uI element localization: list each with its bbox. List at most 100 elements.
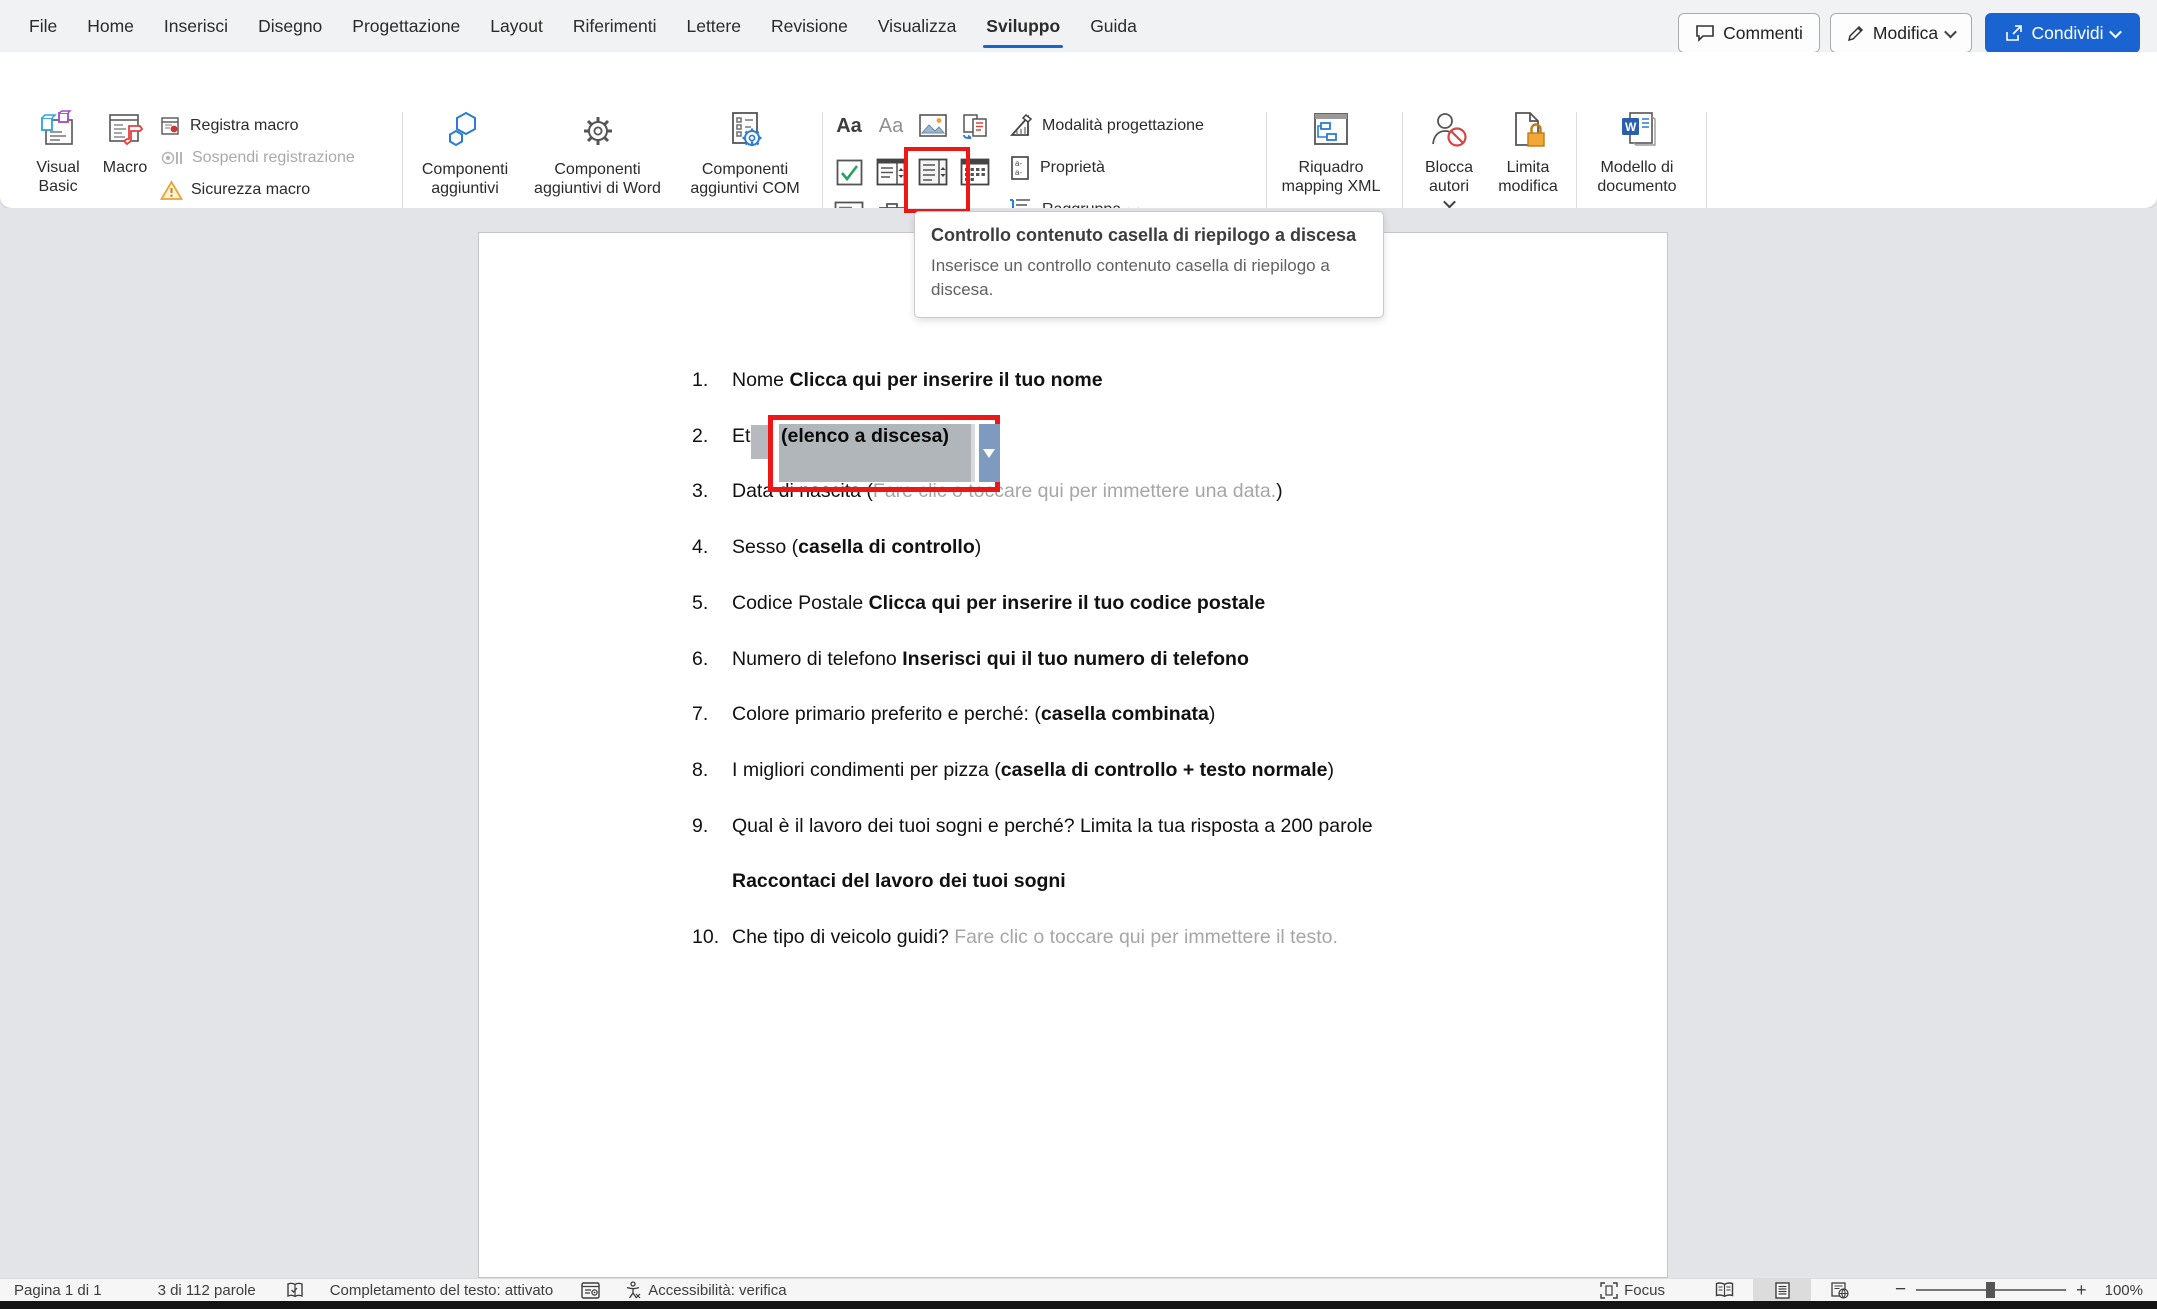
plain-text-aa-icon: Aa: [879, 116, 903, 136]
text-prediction-status[interactable]: Completamento del testo: attivato: [330, 1282, 600, 1299]
tab-file[interactable]: File: [14, 0, 72, 52]
design-mode-button[interactable]: Modalità progettazione: [1008, 112, 1204, 140]
list-number: 6.: [692, 648, 732, 671]
content-control-placeholder[interactable]: Fare clic o toccare qui per immettere il…: [954, 926, 1338, 948]
picture-icon: [919, 114, 947, 138]
print-layout-button[interactable]: [1753, 1279, 1811, 1302]
properties-button[interactable]: a-a- Proprietà: [1008, 154, 1105, 182]
zoom-slider[interactable]: [1916, 1289, 2066, 1291]
pencil-icon: [1847, 24, 1865, 42]
rich-text-aa-icon: Aa: [836, 116, 862, 136]
web-layout-button[interactable]: [1811, 1279, 1869, 1302]
tab-guida[interactable]: Guida: [1075, 0, 1152, 52]
doc-list-item: 1.Nome Clicca qui per inserire il tuo no…: [692, 369, 1103, 392]
macro-button[interactable]: Macro: [96, 110, 154, 177]
tab-sviluppo[interactable]: Sviluppo: [971, 0, 1075, 52]
tooltip-title: Controllo contenuto casella di riepilogo…: [931, 225, 1367, 246]
list-number: 2.: [692, 425, 732, 448]
zoom-slider-handle[interactable]: [1986, 1282, 1995, 1298]
text-run: Inserisci qui il tuo numero di telefono: [902, 648, 1249, 670]
accessibility-label: Accessibilità: verifica: [648, 1282, 786, 1299]
zoom-level-button[interactable]: 100%: [2105, 1282, 2143, 1299]
share-button[interactable]: Condividi: [1985, 13, 2140, 53]
dropdown-arrow-button[interactable]: [979, 424, 1000, 482]
word-count-status[interactable]: 3 di 112 parole: [158, 1282, 256, 1299]
doc-list-item: 2.Età(elenco a discesa): [692, 425, 761, 448]
zoom-level-label: 100%: [2105, 1282, 2143, 1299]
com-addins-button[interactable]: Componenti aggiuntivi COM: [675, 110, 815, 198]
design-mode-icon: [1008, 113, 1034, 139]
accessibility-status[interactable]: Accessibilità: verifica: [624, 1281, 786, 1299]
comments-button[interactable]: Commenti: [1678, 13, 1820, 53]
rich-text-control-button[interactable]: Aa: [833, 110, 865, 142]
list-number: 10.: [692, 926, 732, 949]
xml-mapping-pane-button[interactable]: Riquadro mapping XML: [1272, 110, 1390, 196]
text-run: I migliori condimenti per pizza (: [732, 759, 1001, 781]
addins-button[interactable]: Componenti aggiuntivi: [415, 110, 515, 198]
checkbox-control-button[interactable]: [833, 156, 865, 188]
focus-label: Focus: [1624, 1282, 1665, 1299]
proofing-status[interactable]: [286, 1282, 304, 1299]
text-run: ): [1276, 480, 1283, 502]
restrict-editing-icon: [1508, 110, 1548, 150]
word-addins-button[interactable]: Componenti aggiuntivi di Word: [530, 110, 665, 198]
comment-icon: [1695, 24, 1715, 42]
page-count-label: Pagina 1 di 1: [14, 1282, 102, 1299]
annotation-box-ribbon: [904, 147, 970, 213]
zoom-in-button[interactable]: +: [2076, 1280, 2087, 1301]
zoom-out-button[interactable]: −: [1895, 1279, 1906, 1301]
dropdown-content-control[interactable]: (elenco a discesa): [779, 424, 975, 482]
read-mode-button[interactable]: [1695, 1279, 1753, 1302]
share-label: Condividi: [2032, 23, 2104, 44]
tab-revisione[interactable]: Revisione: [756, 0, 863, 52]
svg-text:a-: a-: [1015, 168, 1022, 177]
warning-triangle-icon: [160, 180, 183, 201]
record-macro-label: Registra macro: [190, 117, 298, 135]
plain-text-control-button[interactable]: Aa: [875, 110, 907, 142]
picture-control-button[interactable]: [917, 110, 949, 142]
pause-recording-button: Sospendi registrazione: [160, 144, 355, 172]
text-prediction-icon: [581, 1282, 600, 1299]
tab-inserisci[interactable]: Inserisci: [149, 0, 243, 52]
text-run: Sesso (: [732, 536, 798, 558]
word-count-label: 3 di 112 parole: [158, 1282, 256, 1299]
tab-lettere[interactable]: Lettere: [671, 0, 755, 52]
tooltip-dropdown-control: Controllo contenuto casella di riepilogo…: [914, 211, 1384, 318]
focus-icon: [1600, 1282, 1618, 1299]
edit-mode-button[interactable]: Modifica: [1830, 13, 1972, 53]
restrict-editing-button[interactable]: Limita modifica: [1488, 110, 1568, 196]
tab-progettazione[interactable]: Progettazione: [337, 0, 475, 52]
page-count-status[interactable]: Pagina 1 di 1: [14, 1282, 102, 1299]
text-run: Nome: [732, 369, 789, 391]
list-number: 7.: [692, 703, 732, 726]
focus-mode-button[interactable]: Focus: [1600, 1282, 1665, 1299]
read-mode-icon: [1715, 1282, 1734, 1298]
tab-visualizza[interactable]: Visualizza: [863, 0, 971, 52]
combo-box-control-button[interactable]: [875, 156, 907, 188]
tab-layout[interactable]: Layout: [475, 0, 558, 52]
macro-security-label: Sicurezza macro: [191, 181, 310, 199]
com-addins-icon: [724, 110, 766, 152]
xml-mapping-icon: [1310, 110, 1352, 150]
tab-riferimenti[interactable]: Riferimenti: [558, 0, 672, 52]
comments-label: Commenti: [1723, 23, 1803, 44]
addins-hexagons-icon: [445, 110, 485, 152]
chevron-down-icon: [2110, 25, 2123, 38]
text-run: Raccontaci del lavoro dei tuoi sogni: [732, 870, 1066, 892]
record-macro-button[interactable]: Registra macro: [160, 112, 298, 140]
block-authors-button[interactable]: Blocca autori: [1412, 110, 1486, 208]
dropdown-arrow-icon: [983, 449, 995, 458]
ribbon-tabs: FileHomeInserisciDisegnoProgettazioneLay…: [14, 0, 1152, 52]
word-addins-label: Componenti aggiuntivi di Word: [530, 160, 665, 198]
repeating-section-control-button[interactable]: [959, 110, 991, 142]
macro-security-button[interactable]: Sicurezza macro: [160, 176, 310, 204]
document-template-button[interactable]: W Modello di documento: [1582, 110, 1692, 196]
doc-list-item: 6.Numero di telefono Inserisci qui il tu…: [692, 648, 1249, 671]
tooltip-body: Inserisce un controllo contenuto casella…: [931, 254, 1367, 302]
tab-home[interactable]: Home: [72, 0, 149, 52]
doc-list-item: 10.Che tipo di veicolo guidi? Fare clic …: [692, 926, 1338, 949]
visual-basic-button[interactable]: Visual Basic: [26, 110, 90, 196]
document-canvas: 1.Nome Clicca qui per inserire il tuo no…: [0, 208, 2157, 1278]
document-page[interactable]: 1.Nome Clicca qui per inserire il tuo no…: [478, 232, 1668, 1278]
tab-disegno[interactable]: Disegno: [243, 0, 337, 52]
